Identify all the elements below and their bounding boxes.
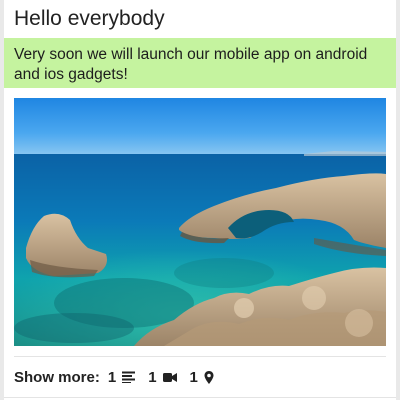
location-count: 1	[189, 368, 198, 386]
text-count: 1	[107, 368, 117, 386]
video-count: 1	[148, 368, 157, 386]
announcement-text: Very soon we will launch our mobile app …	[14, 46, 368, 83]
show-more-label: Show more:	[14, 368, 100, 386]
show-more-bar: Show more: 1 1 1	[14, 367, 227, 387]
location-count-link[interactable]: 1	[190, 369, 214, 386]
post-photo[interactable]	[14, 98, 386, 346]
post-card: Hello everybody Very soon we will launch…	[4, 0, 396, 400]
post-title: Hello everybody	[14, 7, 165, 30]
announcement-banner: Very soon we will launch our mobile app …	[4, 38, 396, 88]
map-pin-icon	[204, 370, 214, 384]
text-count-link[interactable]: 1	[107, 368, 136, 386]
video-count-link[interactable]: 1	[148, 368, 177, 386]
footer-divider	[14, 356, 386, 357]
text-lines-icon	[122, 371, 136, 383]
card-bottom-border	[4, 397, 396, 398]
right-border	[396, 0, 400, 400]
video-camera-icon	[162, 372, 177, 383]
